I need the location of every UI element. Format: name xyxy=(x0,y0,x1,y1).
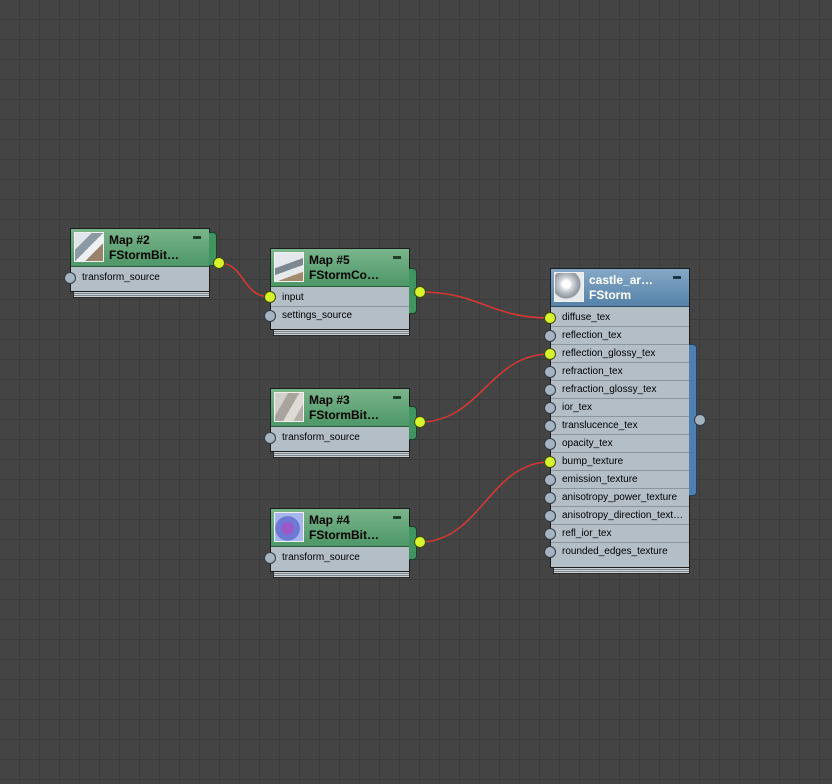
input-socket-opacity-tex[interactable] xyxy=(544,438,556,450)
input-socket-rounded-edges-texture[interactable] xyxy=(544,546,556,558)
node-footer xyxy=(553,567,690,574)
input-slot-diffuse-tex[interactable]: diffuse_tex xyxy=(551,309,689,327)
input-slot-transform-source[interactable]: transform_source xyxy=(271,549,409,567)
wire-map2-to-map5-input[interactable] xyxy=(218,262,271,298)
material-sphere-icon xyxy=(554,272,584,302)
node-body: Map #2 FStormBit… transform_source xyxy=(70,228,210,292)
node-map-3[interactable]: Map #3 FStormBit… transform_source xyxy=(270,388,410,458)
output-socket-material[interactable] xyxy=(694,414,706,426)
input-socket-diffuse-tex[interactable] xyxy=(544,312,556,324)
input-socket-translucence-tex[interactable] xyxy=(544,420,556,432)
bitmap-thumbnail-icon xyxy=(274,392,304,422)
input-slot-refl-ior-tex[interactable]: refl_ior_tex xyxy=(551,525,689,543)
node-body: Map #3 FStormBit… transform_source xyxy=(270,388,410,452)
input-slot-reflection-tex[interactable]: reflection_tex xyxy=(551,327,689,345)
input-slot-ior-tex[interactable]: ior_tex xyxy=(551,399,689,417)
input-slot-emission-texture[interactable]: emission_texture xyxy=(551,471,689,489)
node-material-castle[interactable]: castle_ar… FStorm diffuse_tex reflection… xyxy=(550,268,690,574)
input-slot-anisotropy-power-texture[interactable]: anisotropy_power_texture xyxy=(551,489,689,507)
input-slot-refraction-glossy-tex[interactable]: refraction_glossy_tex xyxy=(551,381,689,399)
node-title: Map #4 FStormBit… xyxy=(309,513,379,542)
connection-wires xyxy=(218,262,551,543)
node-header[interactable]: Map #2 FStormBit… xyxy=(71,229,209,267)
wire-map5-to-diffuse[interactable] xyxy=(419,291,551,319)
minimize-icon[interactable] xyxy=(393,516,401,519)
input-slot-transform-source[interactable]: transform_source xyxy=(271,429,409,447)
input-slot-anisotropy-direction-texture[interactable]: anisotropy_direction_text… xyxy=(551,507,689,525)
input-socket-transform-source[interactable] xyxy=(64,272,76,284)
input-slot-reflection-glossy-tex[interactable]: reflection_glossy_tex xyxy=(551,345,689,363)
input-slot-input[interactable]: input xyxy=(271,289,409,307)
input-socket-refraction-glossy-tex[interactable] xyxy=(544,384,556,396)
bitmap-thumbnail-icon xyxy=(274,512,304,542)
input-socket-settings-source[interactable] xyxy=(264,310,276,322)
minimize-icon[interactable] xyxy=(193,236,201,239)
input-slot-opacity-tex[interactable]: opacity_tex xyxy=(551,435,689,453)
node-header[interactable]: castle_ar… FStorm xyxy=(551,269,689,307)
minimize-icon[interactable] xyxy=(393,396,401,399)
node-footer xyxy=(273,451,410,458)
input-slot-rounded-edges-texture[interactable]: rounded_edges_texture xyxy=(551,543,689,561)
node-body: Map #5 FStormCo… input settings_source xyxy=(270,248,410,330)
node-footer xyxy=(273,329,410,336)
node-header[interactable]: Map #5 FStormCo… xyxy=(271,249,409,287)
node-body: castle_ar… FStorm diffuse_tex reflection… xyxy=(550,268,690,568)
input-socket-transform-source[interactable] xyxy=(264,552,276,564)
bitmap-thumbnail-icon xyxy=(74,232,104,262)
input-socket-emission-texture[interactable] xyxy=(544,474,556,486)
input-slot-translucence-tex[interactable]: translucence_tex xyxy=(551,417,689,435)
node-title: castle_ar… FStorm xyxy=(589,273,654,302)
input-slot-refraction-tex[interactable]: refraction_tex xyxy=(551,363,689,381)
input-socket-ior-tex[interactable] xyxy=(544,402,556,414)
minimize-icon[interactable] xyxy=(393,256,401,259)
input-socket-reflection-tex[interactable] xyxy=(544,330,556,342)
output-socket-map-5[interactable] xyxy=(414,286,426,298)
node-footer xyxy=(73,291,210,298)
node-map-4[interactable]: Map #4 FStormBit… transform_source xyxy=(270,508,410,578)
node-header[interactable]: Map #3 FStormBit… xyxy=(271,389,409,427)
input-socket-refraction-tex[interactable] xyxy=(544,366,556,378)
node-map-5[interactable]: Map #5 FStormCo… input settings_source xyxy=(270,248,410,336)
node-header[interactable]: Map #4 FStormBit… xyxy=(271,509,409,547)
output-socket-map-3[interactable] xyxy=(414,416,426,428)
input-socket-anisotropy-power-texture[interactable] xyxy=(544,492,556,504)
input-socket-reflection-glossy-tex[interactable] xyxy=(544,348,556,360)
node-title: Map #3 FStormBit… xyxy=(309,393,379,422)
node-title: Map #5 FStormCo… xyxy=(309,253,379,282)
node-title: Map #2 FStormBit… xyxy=(109,233,179,262)
input-socket-refl-ior-tex[interactable] xyxy=(544,528,556,540)
wire-map3-to-reflection-glossy[interactable] xyxy=(419,353,551,423)
input-socket-input[interactable] xyxy=(264,291,276,303)
bitmap-thumbnail-icon xyxy=(274,252,304,282)
wire-map4-to-bump[interactable] xyxy=(419,461,551,543)
node-footer xyxy=(273,571,410,578)
output-socket-map-2[interactable] xyxy=(213,257,225,269)
output-socket-map-4[interactable] xyxy=(414,536,426,548)
input-socket-bump-texture[interactable] xyxy=(544,456,556,468)
input-slot-bump-texture[interactable]: bump_texture xyxy=(551,453,689,471)
minimize-icon[interactable] xyxy=(673,276,681,279)
input-slot-transform-source[interactable]: transform_source xyxy=(71,269,209,287)
input-slot-settings-source[interactable]: settings_source xyxy=(271,307,409,325)
input-socket-transform-source[interactable] xyxy=(264,432,276,444)
node-body: Map #4 FStormBit… transform_source xyxy=(270,508,410,572)
node-map-2[interactable]: Map #2 FStormBit… transform_source xyxy=(70,228,210,298)
input-socket-anisotropy-direction-texture[interactable] xyxy=(544,510,556,522)
